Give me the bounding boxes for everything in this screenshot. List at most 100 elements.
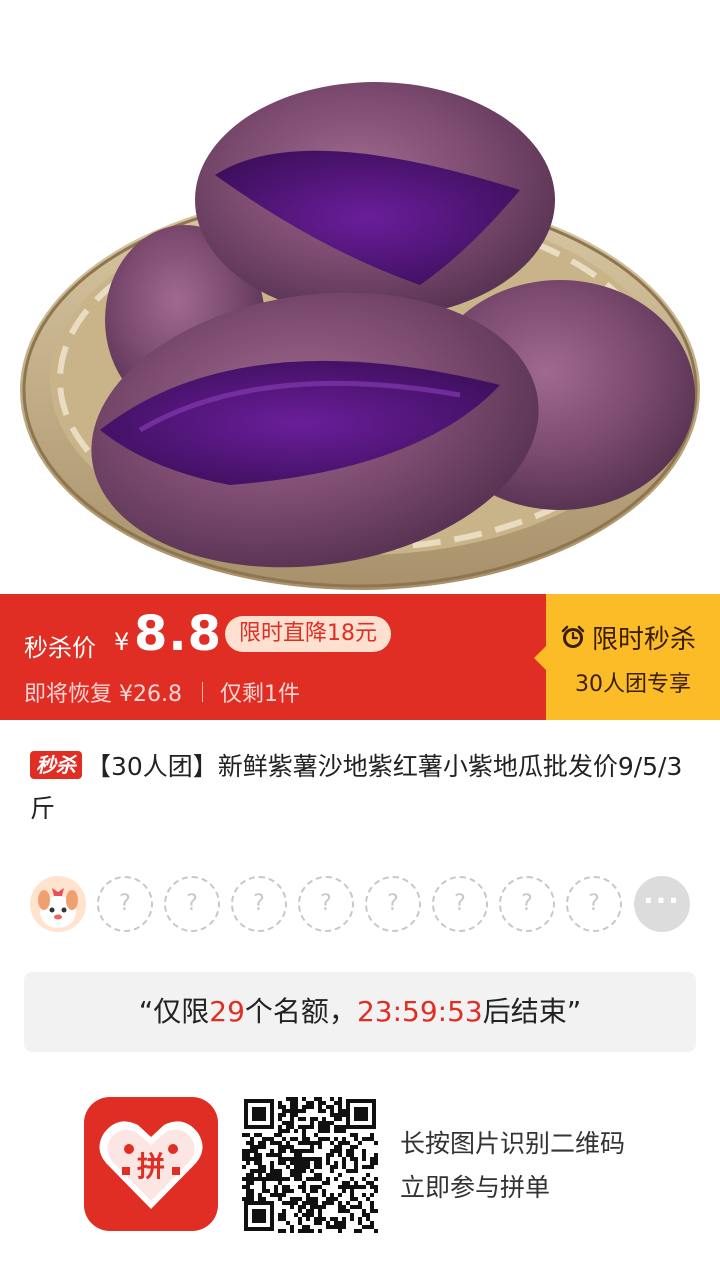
qr-module — [278, 1133, 282, 1137]
qr-module — [258, 1177, 262, 1181]
qr-module — [326, 1125, 330, 1129]
qr-module — [366, 1181, 370, 1185]
qr-module — [346, 1209, 350, 1213]
group-members-row: ? ? ? ? ? ? ? ? ··· — [30, 876, 690, 934]
quota-count: 29 — [209, 995, 245, 1028]
qr-module — [362, 1209, 366, 1213]
qr-module — [242, 1149, 246, 1153]
qr-module — [310, 1185, 314, 1189]
qr-module — [354, 1133, 358, 1137]
qr-module — [282, 1189, 286, 1193]
qr-module — [246, 1177, 250, 1181]
qr-module — [362, 1213, 366, 1217]
qr-module — [310, 1213, 314, 1217]
qr-module — [266, 1137, 270, 1141]
qr-module — [342, 1113, 346, 1117]
qr-module — [302, 1185, 306, 1189]
qr-module — [362, 1185, 366, 1189]
qr-module — [322, 1101, 326, 1105]
qr-module — [282, 1201, 286, 1205]
qr-module — [326, 1153, 330, 1157]
qr-module — [302, 1129, 306, 1133]
qr-module — [334, 1217, 338, 1221]
qr-module — [314, 1117, 318, 1121]
qr-module — [302, 1165, 306, 1169]
qr-module — [282, 1137, 286, 1141]
qr-module — [350, 1149, 354, 1153]
qr-module — [318, 1161, 322, 1165]
qr-module — [314, 1201, 318, 1205]
qr-module — [326, 1157, 330, 1161]
qr-module — [334, 1125, 338, 1129]
qr-module — [362, 1225, 366, 1229]
qr-module — [338, 1221, 342, 1225]
qr-module — [242, 1185, 246, 1189]
qr-module — [294, 1137, 298, 1141]
qr-module — [266, 1177, 270, 1181]
qr-module — [362, 1137, 366, 1141]
qr-module — [262, 1189, 266, 1193]
qr-module — [286, 1165, 290, 1169]
qr-code-image — [242, 1097, 378, 1233]
qr-module — [342, 1109, 346, 1113]
qr-module — [302, 1125, 306, 1129]
qr-module — [294, 1161, 298, 1165]
qr-module — [326, 1137, 330, 1141]
qr-module — [338, 1109, 342, 1113]
qr-module — [358, 1201, 362, 1205]
qr-module — [310, 1209, 314, 1213]
qr-module — [306, 1161, 310, 1165]
qr-module — [330, 1165, 334, 1169]
qr-module — [314, 1189, 318, 1193]
qr-module — [290, 1145, 294, 1149]
qr-module — [306, 1193, 310, 1197]
qr-module — [278, 1177, 282, 1181]
qr-module — [318, 1213, 322, 1217]
avatar — [30, 876, 86, 932]
qr-module — [334, 1129, 338, 1133]
qr-module — [298, 1197, 302, 1201]
qr-module — [282, 1113, 286, 1117]
qr-module — [314, 1141, 318, 1145]
qr-module — [270, 1153, 274, 1157]
qr-module — [322, 1217, 326, 1221]
qr-code[interactable] — [242, 1097, 378, 1233]
qr-module — [338, 1113, 342, 1117]
qr-module — [302, 1189, 306, 1193]
qr-module — [298, 1221, 302, 1225]
qr-module — [366, 1165, 370, 1169]
qr-module — [338, 1145, 342, 1149]
qr-module — [350, 1145, 354, 1149]
qr-module — [258, 1193, 262, 1197]
qr-module — [274, 1169, 278, 1173]
qr-module — [326, 1201, 330, 1205]
qr-module — [322, 1117, 326, 1121]
qr-module — [274, 1177, 278, 1181]
qr-module — [278, 1101, 282, 1105]
flash-sale-title-row: 限时秒杀 — [560, 620, 696, 655]
qr-module — [370, 1185, 374, 1189]
qr-module — [314, 1197, 318, 1201]
qr-module — [298, 1173, 302, 1177]
qr-module — [314, 1205, 318, 1209]
qr-module — [318, 1125, 322, 1129]
qr-module — [338, 1097, 342, 1101]
qr-module — [306, 1137, 310, 1141]
qr-module — [330, 1113, 334, 1117]
product-image — [0, 0, 720, 594]
qr-module — [370, 1137, 374, 1141]
more-members-button[interactable]: ··· — [634, 876, 690, 932]
qr-module — [370, 1133, 374, 1137]
qr-module — [350, 1193, 354, 1197]
qr-module — [362, 1177, 366, 1181]
notice-middle: 个名额， — [244, 995, 357, 1028]
qr-module — [366, 1217, 370, 1221]
qr-module — [370, 1181, 374, 1185]
qr-module — [306, 1141, 310, 1145]
qr-module — [310, 1121, 314, 1125]
qr-module — [294, 1169, 298, 1173]
qr-module — [370, 1225, 374, 1229]
qr-module — [294, 1105, 298, 1109]
countdown-timer: 23:59:53 — [356, 995, 483, 1028]
qr-module — [282, 1229, 286, 1233]
